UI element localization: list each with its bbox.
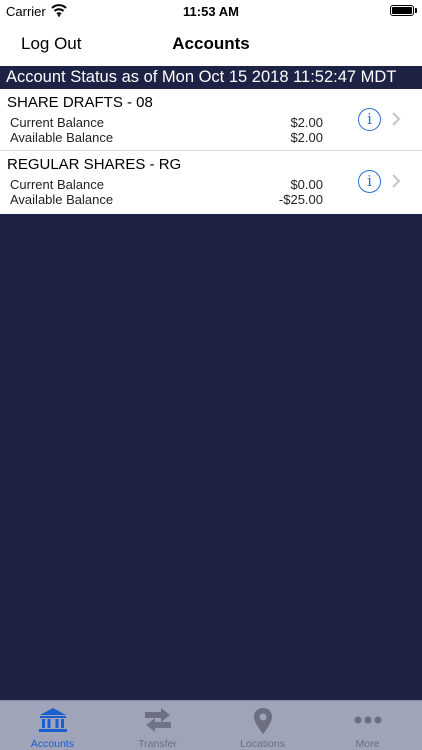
- info-icon[interactable]: i: [358, 170, 381, 193]
- available-balance-label: Available Balance: [10, 130, 114, 145]
- tab-label: Accounts: [30, 738, 75, 750]
- tab-accounts[interactable]: Accounts: [0, 701, 105, 750]
- current-balance-value: $0.00: [290, 177, 323, 192]
- chevron-right-icon: [392, 112, 401, 126]
- current-balance-value: $2.00: [290, 115, 323, 130]
- tab-label: Transfer: [138, 738, 177, 750]
- tab-locations[interactable]: Locations: [210, 701, 315, 750]
- map-pin-icon: [253, 708, 272, 734]
- current-balance-label: Current Balance: [10, 177, 104, 192]
- tab-more[interactable]: More: [315, 701, 420, 750]
- navigation-bar: Log Out Accounts: [0, 22, 422, 66]
- bank-icon: [38, 708, 67, 732]
- tab-label: Locations: [240, 738, 285, 750]
- tab-bar: Accounts Transfer Locations More: [0, 700, 422, 750]
- available-balance-value: $2.00: [290, 130, 323, 145]
- available-balance-label: Available Balance: [10, 192, 114, 207]
- account-name: REGULAR SHARES - RG: [7, 156, 182, 173]
- current-balance-label: Current Balance: [10, 115, 104, 130]
- info-icon[interactable]: i: [358, 108, 381, 131]
- tab-label: More: [355, 738, 380, 750]
- tab-transfer[interactable]: Transfer: [105, 701, 210, 750]
- status-bar: Carrier 11:53 AM: [0, 0, 422, 22]
- account-row-regular-shares[interactable]: REGULAR SHARES - RG Current Balance $0.0…: [0, 151, 422, 214]
- transfer-arrows-icon: [144, 708, 171, 732]
- battery-nub: [415, 8, 417, 13]
- status-time: 11:53 AM: [183, 4, 239, 19]
- battery-icon: [390, 5, 414, 16]
- accounts-list: SHARE DRAFTS - 08 Current Balance $2.00 …: [0, 89, 422, 214]
- more-dots-icon: [354, 716, 381, 724]
- account-name: SHARE DRAFTS - 08: [7, 94, 153, 111]
- available-balance-value: -$25.00: [278, 192, 323, 207]
- page-title: Accounts: [172, 34, 250, 53]
- chevron-right-icon: [392, 174, 401, 188]
- account-row-share-drafts[interactable]: SHARE DRAFTS - 08 Current Balance $2.00 …: [0, 89, 422, 151]
- account-status-banner: Account Status as of Mon Oct 15 2018 11:…: [0, 66, 422, 89]
